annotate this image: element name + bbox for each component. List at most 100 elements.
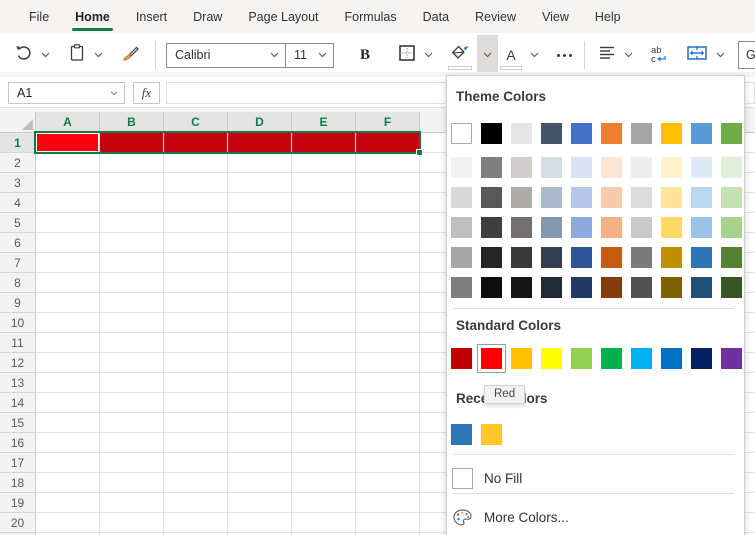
cell-A2[interactable] (36, 153, 100, 173)
theme-tint-swatch-1-4[interactable] (571, 157, 592, 178)
cell-B15[interactable] (100, 413, 164, 433)
theme-tint-swatch-1-6[interactable] (631, 157, 652, 178)
cell-A4[interactable] (36, 193, 100, 213)
cell-C4[interactable] (164, 193, 228, 213)
cell-A7[interactable] (36, 253, 100, 273)
theme-tint-swatch-1-7[interactable] (661, 157, 682, 178)
theme-tint-swatch-1-2[interactable] (511, 157, 532, 178)
row-header-17[interactable]: 17 (0, 453, 36, 473)
menu-tab-view[interactable]: View (529, 0, 582, 33)
row-header-3[interactable]: 3 (0, 173, 36, 193)
cell-C20[interactable] (164, 513, 228, 533)
cell-A19[interactable] (36, 493, 100, 513)
cell-F20[interactable] (356, 513, 420, 533)
recent-color-swatch-1[interactable] (481, 424, 502, 445)
font-name-combo[interactable]: Calibri (166, 43, 286, 68)
theme-color-swatch-8[interactable] (691, 123, 712, 144)
cell-D7[interactable] (228, 253, 292, 273)
cell-F8[interactable] (356, 273, 420, 293)
cell-D10[interactable] (228, 313, 292, 333)
theme-tint-swatch-3-9[interactable] (721, 217, 742, 238)
theme-tint-swatch-5-6[interactable] (631, 277, 652, 298)
cell-C12[interactable] (164, 353, 228, 373)
cell-F19[interactable] (356, 493, 420, 513)
row-header-9[interactable]: 9 (0, 293, 36, 313)
cell-A14[interactable] (36, 393, 100, 413)
cell-B8[interactable] (100, 273, 164, 293)
theme-tint-swatch-5-1[interactable] (481, 277, 502, 298)
cell-D8[interactable] (228, 273, 292, 293)
cell-B11[interactable] (100, 333, 164, 353)
row-header-12[interactable]: 12 (0, 353, 36, 373)
cell-C7[interactable] (164, 253, 228, 273)
no-fill-option[interactable]: No Fill (447, 463, 744, 493)
cell-A11[interactable] (36, 333, 100, 353)
cell-D11[interactable] (228, 333, 292, 353)
cell-B17[interactable] (100, 453, 164, 473)
cell-C11[interactable] (164, 333, 228, 353)
row-header-8[interactable]: 8 (0, 273, 36, 293)
format-painter-button[interactable] (118, 39, 143, 71)
theme-tint-swatch-5-4[interactable] (571, 277, 592, 298)
theme-tint-swatch-3-4[interactable] (571, 217, 592, 238)
row-header-10[interactable]: 10 (0, 313, 36, 333)
cell-B7[interactable] (100, 253, 164, 273)
row-header-11[interactable]: 11 (0, 333, 36, 353)
cell-D20[interactable] (228, 513, 292, 533)
theme-tint-swatch-1-0[interactable] (451, 157, 472, 178)
standard-color-light-green[interactable] (571, 348, 592, 369)
theme-tint-swatch-4-6[interactable] (631, 247, 652, 268)
theme-tint-swatch-5-5[interactable] (601, 277, 622, 298)
cell-C13[interactable] (164, 373, 228, 393)
cell-A18[interactable] (36, 473, 100, 493)
theme-color-swatch-3[interactable] (541, 123, 562, 144)
theme-tint-swatch-2-5[interactable] (601, 187, 622, 208)
cell-F11[interactable] (356, 333, 420, 353)
theme-tint-swatch-2-4[interactable] (571, 187, 592, 208)
cell-B13[interactable] (100, 373, 164, 393)
menu-tab-draw[interactable]: Draw (180, 0, 235, 33)
menu-tab-file[interactable]: File (16, 0, 62, 33)
row-header-1[interactable]: 1 (0, 133, 36, 153)
cell-F12[interactable] (356, 353, 420, 373)
cell-B16[interactable] (100, 433, 164, 453)
theme-color-swatch-9[interactable] (721, 123, 742, 144)
theme-tint-swatch-2-0[interactable] (451, 187, 472, 208)
standard-color-orange[interactable] (511, 348, 532, 369)
theme-tint-swatch-4-2[interactable] (511, 247, 532, 268)
cell-D3[interactable] (228, 173, 292, 193)
column-header-A[interactable]: A (36, 112, 100, 133)
bold-button[interactable]: B (352, 39, 378, 71)
theme-tint-swatch-2-7[interactable] (661, 187, 682, 208)
theme-tint-swatch-2-6[interactable] (631, 187, 652, 208)
font-size-combo[interactable]: 11 (286, 43, 334, 68)
cell-C6[interactable] (164, 233, 228, 253)
cell-B12[interactable] (100, 353, 164, 373)
cell-E3[interactable] (292, 173, 356, 193)
cell-D19[interactable] (228, 493, 292, 513)
theme-tint-swatch-2-1[interactable] (481, 187, 502, 208)
column-header-D[interactable]: D (228, 112, 292, 133)
theme-tint-swatch-3-1[interactable] (481, 217, 502, 238)
row-header-19[interactable]: 19 (0, 493, 36, 513)
column-header-B[interactable]: B (100, 112, 164, 133)
theme-tint-swatch-3-3[interactable] (541, 217, 562, 238)
cell-E6[interactable] (292, 233, 356, 253)
theme-tint-swatch-1-5[interactable] (601, 157, 622, 178)
row-header-16[interactable]: 16 (0, 433, 36, 453)
standard-color-purple[interactable] (721, 348, 742, 369)
cell-E12[interactable] (292, 353, 356, 373)
row-header-18[interactable]: 18 (0, 473, 36, 493)
theme-tint-swatch-1-8[interactable] (691, 157, 712, 178)
cell-B10[interactable] (100, 313, 164, 333)
merge-dropdown-chevron[interactable] (713, 39, 728, 71)
row-header-13[interactable]: 13 (0, 373, 36, 393)
borders-dropdown-chevron[interactable] (421, 39, 436, 71)
row-header-2[interactable]: 2 (0, 153, 36, 173)
cell-E19[interactable] (292, 493, 356, 513)
cell-C19[interactable] (164, 493, 228, 513)
cell-A3[interactable] (36, 173, 100, 193)
cell-D4[interactable] (228, 193, 292, 213)
cell-C9[interactable] (164, 293, 228, 313)
cell-F1[interactable] (356, 133, 420, 153)
